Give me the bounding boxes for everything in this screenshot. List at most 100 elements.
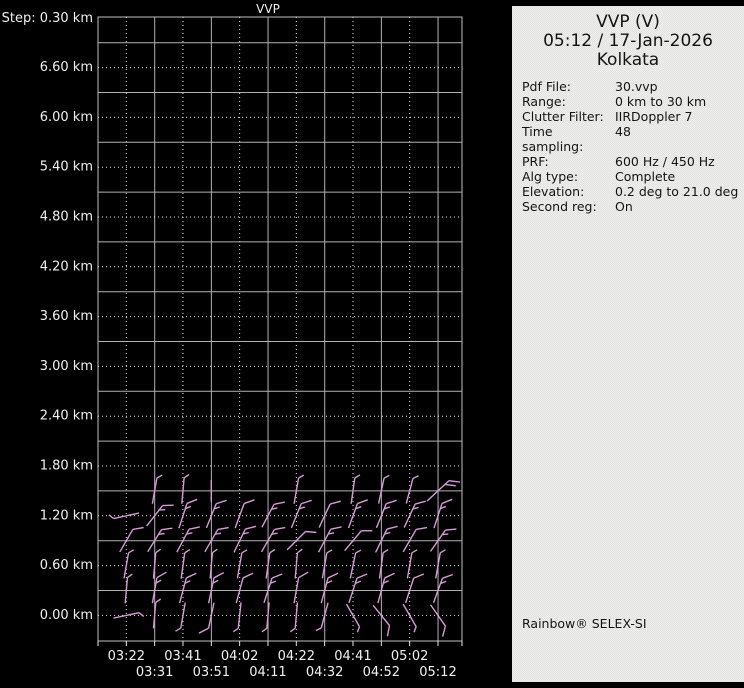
detail-value: 0 km to 30 km <box>615 94 707 109</box>
y-tick-label: 5.40 km <box>40 160 93 175</box>
x-tick-label: 04:11 <box>249 665 286 680</box>
wind-barb <box>350 474 361 504</box>
wind-barb <box>320 572 339 604</box>
detail-value: 0.2 deg to 21.0 deg <box>615 184 739 199</box>
x-axis-labels: 03:2203:3103:4103:5104:0204:1104:2204:32… <box>108 649 457 680</box>
wind-barb <box>348 573 368 604</box>
wind-barb <box>204 526 229 553</box>
detail-row: Alg type: Complete <box>522 169 744 184</box>
detail-label: Second reg: <box>522 199 597 214</box>
wind-barb <box>233 525 257 553</box>
detail-row: Range: 0 km to 30 km <box>522 94 744 109</box>
y-tick-label: 4.20 km <box>40 259 93 274</box>
detail-value: Complete <box>615 169 676 184</box>
wind-barb <box>293 474 305 504</box>
wind-barb <box>236 549 248 579</box>
x-tick-label: 03:22 <box>108 649 145 664</box>
wind-barbs-layer <box>108 473 460 637</box>
wind-barb <box>175 602 186 632</box>
y-tick-label: 2.40 km <box>40 409 93 424</box>
detail-value: 48 <box>615 124 631 139</box>
wind-barb <box>374 525 398 553</box>
wind-barb <box>317 526 342 553</box>
detail-label: Clutter Filter: <box>522 109 604 124</box>
detail-value: IIRDoppler 7 <box>615 109 693 124</box>
detail-value: 30.vvp <box>615 79 658 94</box>
wind-barb <box>321 549 333 579</box>
wind-barb <box>119 526 144 553</box>
wind-barb <box>406 549 418 579</box>
wind-barb <box>178 572 197 604</box>
wind-barb <box>147 527 173 553</box>
x-tick-label: 04:41 <box>334 649 371 664</box>
y-tick-label: 1.20 km <box>40 508 93 523</box>
y-tick-label: 4.80 km <box>40 210 93 225</box>
x-tick-label: 05:12 <box>419 665 456 680</box>
wind-barb <box>347 499 369 529</box>
x-tick-label: 04:02 <box>221 649 258 664</box>
wind-barb <box>402 526 428 553</box>
wind-barb <box>290 499 312 529</box>
wind-barb <box>260 526 286 553</box>
detail-label: Pdf File: <box>522 79 571 94</box>
wind-barb <box>205 499 227 529</box>
vvp-time-height-chart: VVP Step: 0.30 km 6.60 km 6.00 km 5.40 km 4… <box>2 2 463 680</box>
detail-label: Time sampling: <box>522 124 584 154</box>
detail-value: 600 Hz / 450 Hz <box>615 154 715 169</box>
x-tick-label: 04:52 <box>363 665 400 680</box>
wind-barb <box>377 572 395 604</box>
panel-title-block: VVP (V) 05:12 / 17-Jan-2026 Kolkata <box>512 6 744 70</box>
x-tick-label: 03:31 <box>136 665 173 680</box>
wind-barb <box>180 548 191 579</box>
wind-barb <box>234 499 255 529</box>
detail-row: Elevation: 0.2 deg to 21.0 deg <box>522 184 744 199</box>
wind-barb <box>181 473 190 504</box>
product-title: VVP (V) <box>596 12 660 32</box>
y-axis-labels: 6.60 km 6.00 km 5.40 km 4.80 km 4.20 km 3.60 … <box>40 60 93 623</box>
detail-row: Time sampling: 48 <box>522 124 744 154</box>
wind-barb <box>375 499 397 529</box>
y-tick-label: 6.60 km <box>40 60 93 75</box>
y-tick-label: 3.60 km <box>40 309 93 324</box>
x-tick-label: 05:02 <box>391 649 428 664</box>
detail-label: PRF: <box>522 154 549 169</box>
site-name: Kolkata <box>596 50 660 70</box>
wind-barb <box>405 475 419 504</box>
wind-barb <box>261 501 285 528</box>
y-tick-label: 0.60 km <box>40 558 93 573</box>
vvp-window: VVP Step: 0.30 km 6.60 km 6.00 km 5.40 km 4… <box>0 0 744 688</box>
wind-barb <box>378 548 389 579</box>
detail-label: Elevation: <box>522 184 585 199</box>
wind-barb <box>176 526 200 553</box>
y-tick-label: 3.00 km <box>40 359 93 374</box>
info-panel: VVP (V) 05:12 / 17-Jan-2026 Kolkata Pdf … <box>512 6 744 682</box>
wind-barb <box>289 602 299 633</box>
chart-title: VVP <box>256 2 280 16</box>
x-tick-label: 03:41 <box>164 649 201 664</box>
wind-barb <box>235 572 254 604</box>
wind-barb <box>404 573 425 604</box>
detail-row: Clutter Filter: IIRDoppler 7 <box>522 109 744 124</box>
step-label: Step: 0.30 km <box>2 11 93 26</box>
detail-row: PRF: 600 Hz / 450 Hz <box>522 154 744 169</box>
wind-barb <box>402 603 417 633</box>
detail-label: Alg type: <box>522 169 579 184</box>
x-tick-label: 03:51 <box>193 665 230 680</box>
x-tick-label: 04:22 <box>278 649 315 664</box>
detail-value: On <box>615 199 633 214</box>
wind-barb <box>293 571 309 604</box>
wind-barb <box>432 573 454 603</box>
product-datetime: 05:12 / 17-Jan-2026 <box>543 31 713 51</box>
wind-barb <box>377 474 390 504</box>
x-tick-label: 04:32 <box>306 665 343 680</box>
brand-footer: Rainbow® SELEX-SI <box>522 616 647 631</box>
y-tick-label: 0.00 km <box>40 608 93 623</box>
wind-barb <box>435 549 446 579</box>
wind-barb <box>403 500 426 528</box>
y-tick-label: 6.00 km <box>40 110 93 125</box>
chart-grid <box>97 16 463 646</box>
wind-barb <box>345 603 361 633</box>
detail-row: Second reg: On <box>522 199 744 214</box>
plot-border <box>97 16 463 642</box>
wind-barb <box>318 500 341 528</box>
